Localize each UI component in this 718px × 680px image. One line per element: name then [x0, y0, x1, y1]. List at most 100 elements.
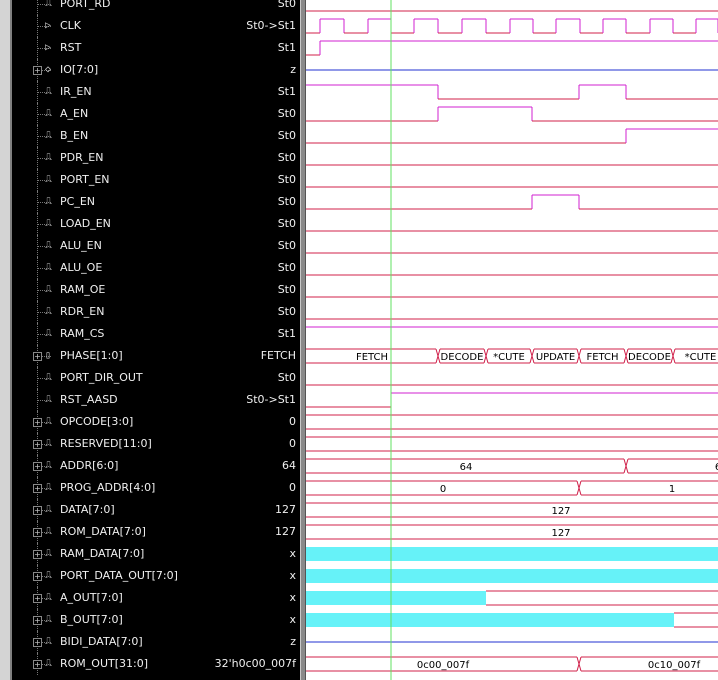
signal-row[interactable]: ⎍ PDR_EN St0 [12, 147, 302, 169]
waveform-canvas[interactable]: FETCH DECODE *CUTE UPDATE FETCH DECODE *CUTE 64… [306, 0, 718, 680]
expand-icon[interactable]: + [33, 550, 42, 559]
signal-row[interactable]: ⎍ RAM_CS St1 [12, 323, 302, 345]
logic-icon: ⎍ [45, 108, 52, 119]
expand-icon[interactable]: + [33, 462, 42, 471]
signal-row[interactable]: + ▯ PHASE[1:0] FETCH [12, 345, 302, 367]
signal-value: St0 [277, 151, 296, 164]
signal-row[interactable]: + ⎍ A_OUT[7:0] x [12, 587, 302, 609]
signal-value: 127 [275, 503, 296, 516]
expand-icon[interactable]: + [33, 506, 42, 515]
expand-icon[interactable]: + [33, 352, 42, 361]
logic-icon: ⎍ [45, 306, 52, 317]
logic-icon: ⎍ [45, 658, 52, 669]
rom-data-wave-label: 127 [551, 528, 570, 539]
logic-icon: ⎍ [45, 196, 52, 207]
logic-icon: ⎍ [45, 614, 52, 625]
signal-row[interactable]: + ⎍ ADDR[6:0] 64 [12, 455, 302, 477]
logic-icon: ⎍ [45, 394, 52, 405]
signal-row[interactable]: + ⎍ DATA[7:0] 127 [12, 499, 302, 521]
signal-name: RST_AASD [60, 393, 118, 406]
signal-row[interactable]: ⎍ RDR_EN St0 [12, 301, 302, 323]
signal-row[interactable]: + ⎍ OPCODE[3:0] 0 [12, 411, 302, 433]
signal-name: PORT_DATA_OUT[7:0] [60, 569, 178, 582]
logic-icon: ⎍ [45, 592, 52, 603]
signal-name: PDR_EN [60, 151, 104, 164]
signal-row[interactable]: ⎍ PC_EN St0 [12, 191, 302, 213]
expand-icon[interactable]: + [33, 660, 42, 669]
signal-row[interactable]: + ⎍ PORT_DATA_OUT[7:0] x [12, 565, 302, 587]
signal-name: ROM_OUT[31:0] [60, 657, 149, 670]
signal-row[interactable]: ⎍ ALU_OE St0 [12, 257, 302, 279]
signal-name: DATA[7:0] [60, 503, 115, 516]
signal-row[interactable]: ▷ CLK St0->St1 [12, 15, 302, 37]
expand-icon[interactable]: + [33, 528, 42, 537]
signal-value: x [289, 591, 296, 604]
inout-icon: ◇ [45, 64, 52, 75]
signal-value: x [289, 613, 296, 626]
signal-row[interactable]: ⎍ RST_AASD St0->St1 [12, 389, 302, 411]
signal-row[interactable]: + ⎍ BIDI_DATA[7:0] z [12, 631, 302, 653]
logic-icon: ⎍ [45, 240, 52, 251]
logic-icon: ⎍ [45, 416, 52, 427]
signal-row[interactable]: + ⎍ PROG_ADDR[4:0] 0 [12, 477, 302, 499]
signal-row[interactable]: ⎍ IR_EN St1 [12, 81, 302, 103]
logic-icon: ⎍ [45, 174, 52, 185]
signal-row[interactable]: + ⎍ ROM_DATA[7:0] 127 [12, 521, 302, 543]
logic-icon: ⎍ [45, 570, 52, 581]
signal-value: St0 [277, 173, 296, 186]
expand-icon[interactable]: + [33, 616, 42, 625]
signal-value: z [290, 63, 296, 76]
signal-value: St0 [277, 217, 296, 230]
expand-icon[interactable]: + [33, 418, 42, 427]
signal-row[interactable]: ⎍ ALU_EN St0 [12, 235, 302, 257]
signal-row[interactable]: ⎍ PORT_RD St0 [12, 0, 302, 15]
waveform-pane[interactable]: FETCH DECODE *CUTE UPDATE FETCH DECODE *CUTE 64… [306, 0, 718, 680]
expand-icon[interactable]: + [33, 440, 42, 449]
rom-out-wave-label: 0c00_007f [417, 660, 470, 671]
phase-wave-label: FETCH [356, 352, 388, 363]
signal-row[interactable]: ⎍ B_EN St0 [12, 125, 302, 147]
signal-value: z [290, 635, 296, 648]
prog-addr-wave-label: 0 [440, 484, 446, 495]
signal-row[interactable]: + ◇ IO[7:0] z [12, 59, 302, 81]
signal-name: ALU_EN [60, 239, 102, 252]
signal-row[interactable]: ⎍ PORT_DIR_OUT St0 [12, 367, 302, 389]
signal-name: A_EN [60, 107, 89, 120]
input-icon: ▷ [45, 20, 52, 31]
signal-row[interactable]: ⎍ PORT_EN St0 [12, 169, 302, 191]
signal-name: PHASE[1:0] [60, 349, 123, 362]
signal-name: IR_EN [60, 85, 92, 98]
logic-icon: ⎍ [45, 0, 52, 9]
signal-row[interactable]: + ⎍ RESERVED[11:0] 0 [12, 433, 302, 455]
signal-name: B_EN [60, 129, 89, 142]
expand-icon[interactable]: + [33, 66, 42, 75]
signal-row[interactable]: ▷ RST St1 [12, 37, 302, 59]
signal-value: 32'h0c00_007f [214, 657, 296, 670]
signal-row[interactable]: ⎍ RAM_OE St0 [12, 279, 302, 301]
expand-icon[interactable]: + [33, 594, 42, 603]
signal-row[interactable]: ⎍ LOAD_EN St0 [12, 213, 302, 235]
signal-name: RAM_DATA[7:0] [60, 547, 145, 560]
signal-value: St0->St1 [246, 19, 296, 32]
logic-icon: ⎍ [45, 504, 52, 515]
expand-icon[interactable]: + [33, 484, 42, 493]
signal-name: PORT_EN [60, 173, 110, 186]
signal-name-pane[interactable]: ⎍ PORT_RD St0 ▷ CLK St0->St1 ▷ RST St1 + ◇ IO[7:0] z… [12, 0, 302, 680]
ram-data-wave-unknown [306, 547, 718, 561]
signal-name: IO[7:0] [60, 63, 99, 76]
signal-value: St0 [277, 371, 296, 384]
expand-icon[interactable]: + [33, 638, 42, 647]
phase-wave-label: *CUTE [685, 352, 717, 363]
phase-wave-label: FETCH [586, 352, 618, 363]
signal-row[interactable]: + ⎍ RAM_DATA[7:0] x [12, 543, 302, 565]
signal-name: RST [60, 41, 82, 54]
signal-name: OPCODE[3:0] [60, 415, 134, 428]
signal-row[interactable]: + ⎍ B_OUT[7:0] x [12, 609, 302, 631]
expand-icon[interactable]: + [33, 572, 42, 581]
signal-value: 0 [289, 481, 296, 494]
signal-row[interactable]: ⎍ A_EN St0 [12, 103, 302, 125]
logic-icon: ⎍ [45, 526, 52, 537]
addr-wave-label: 64 [460, 462, 473, 473]
signal-name: B_OUT[7:0] [60, 613, 123, 626]
signal-row[interactable]: + ⎍ ROM_OUT[31:0] 32'h0c00_007f [12, 653, 302, 675]
